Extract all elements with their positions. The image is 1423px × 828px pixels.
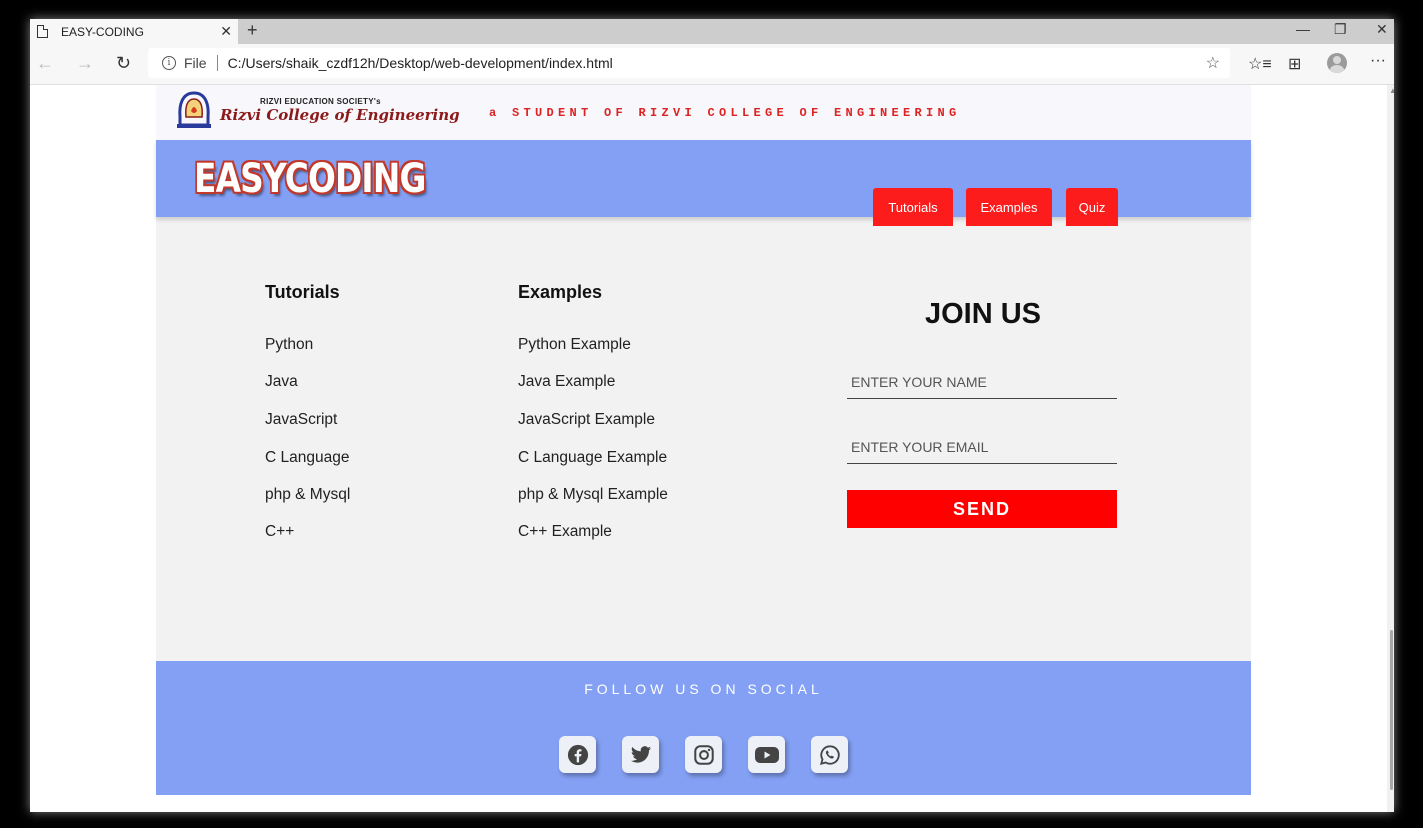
reload-icon[interactable]: ↻ [116,53,131,74]
favorites-icon[interactable]: ☆≡ [1248,54,1272,74]
nav-examples[interactable]: Examples [966,188,1052,226]
page-viewport: RIZVI EDUCATION SOCIETY's Rizvi College … [30,85,1394,812]
tab-strip: EASY-CODING ✕ + — ❐ ✕ [30,19,1394,44]
tutorial-link-php[interactable]: php & Mysql [265,486,350,504]
forward-icon[interactable]: → [76,53,94,74]
collections-icon[interactable]: ⊞ [1288,54,1301,74]
minimize-icon[interactable]: — [1296,21,1310,37]
youtube-icon[interactable] [748,736,785,773]
favorite-star-icon[interactable]: ☆ [1206,53,1220,73]
scrollbar-thumb[interactable] [1390,630,1393,790]
tutorial-link-python[interactable]: Python [265,336,313,354]
example-link-java[interactable]: Java Example [518,373,615,391]
info-icon[interactable]: i [162,56,176,70]
tab-close-icon[interactable]: ✕ [220,23,232,40]
browser-tab[interactable]: EASY-CODING ✕ [30,19,238,44]
name-input[interactable] [847,365,1117,399]
example-link-php[interactable]: php & Mysql Example [518,486,668,504]
example-link-c[interactable]: C Language Example [518,449,667,467]
nav-quiz[interactable]: Quiz [1066,188,1118,226]
tab-title: EASY-CODING [61,24,144,39]
college-header: RIZVI EDUCATION SOCIETY's Rizvi College … [156,85,1251,140]
browser-window: EASY-CODING ✕ + — ❐ ✕ ← → ↻ i File C:/Us… [30,19,1394,812]
college-name: Rizvi College of Engineering [220,106,460,124]
facebook-icon[interactable] [559,736,596,773]
url-text[interactable]: C:/Users/shaik_czdf12h/Desktop/web-devel… [228,55,613,71]
tutorials-title: Tutorials [265,282,340,302]
tutorial-link-java[interactable]: Java [265,373,298,391]
hero-banner: EASYCODING Tutorials Examples Quiz [156,140,1251,226]
address-bar[interactable]: i File C:/Users/shaik_czdf12h/Desktop/we… [148,48,1230,78]
college-society: RIZVI EDUCATION SOCIETY's [260,97,381,106]
example-link-cpp[interactable]: C++ Example [518,523,612,541]
scroll-up-icon[interactable]: ▲ [1389,86,1394,95]
footer: FOLLOW US ON SOCIAL [156,661,1251,795]
browser-toolbar: ← → ↻ i File C:/Users/shaik_czdf12h/Desk… [30,44,1394,85]
back-icon[interactable]: ← [36,53,54,74]
window-close-icon[interactable]: ✕ [1376,21,1388,38]
join-us-title: JOIN US [925,298,1042,330]
file-label: File [184,55,207,71]
example-link-python[interactable]: Python Example [518,336,631,354]
tutorial-link-javascript[interactable]: JavaScript [265,411,337,429]
new-tab-icon[interactable]: + [247,20,258,41]
profile-avatar[interactable] [1327,53,1347,73]
follow-us-label: FOLLOW US ON SOCIAL [584,681,823,697]
address-separator [216,55,218,71]
email-input[interactable] [847,430,1117,464]
examples-title: Examples [518,282,603,302]
web-page: RIZVI EDUCATION SOCIETY's Rizvi College … [156,85,1251,795]
twitter-icon[interactable] [622,736,659,773]
brand-logo[interactable]: EASYCODING [194,156,426,202]
nav-tutorials[interactable]: Tutorials [873,188,953,226]
more-icon[interactable]: ··· [1370,52,1386,70]
send-button[interactable]: SEND [847,490,1117,528]
page-icon [37,25,48,38]
tutorial-link-c[interactable]: C Language [265,449,349,467]
example-link-javascript[interactable]: JavaScript Example [518,411,655,429]
instagram-icon[interactable] [685,736,722,773]
college-emblem-icon [177,91,211,128]
maximize-icon[interactable]: ❐ [1334,21,1347,38]
tutorial-link-cpp[interactable]: C++ [265,523,294,541]
whatsapp-icon[interactable] [811,736,848,773]
student-tagline: a STUDENT OF RIZVI COLLEGE OF ENGINEERIN… [489,106,961,120]
